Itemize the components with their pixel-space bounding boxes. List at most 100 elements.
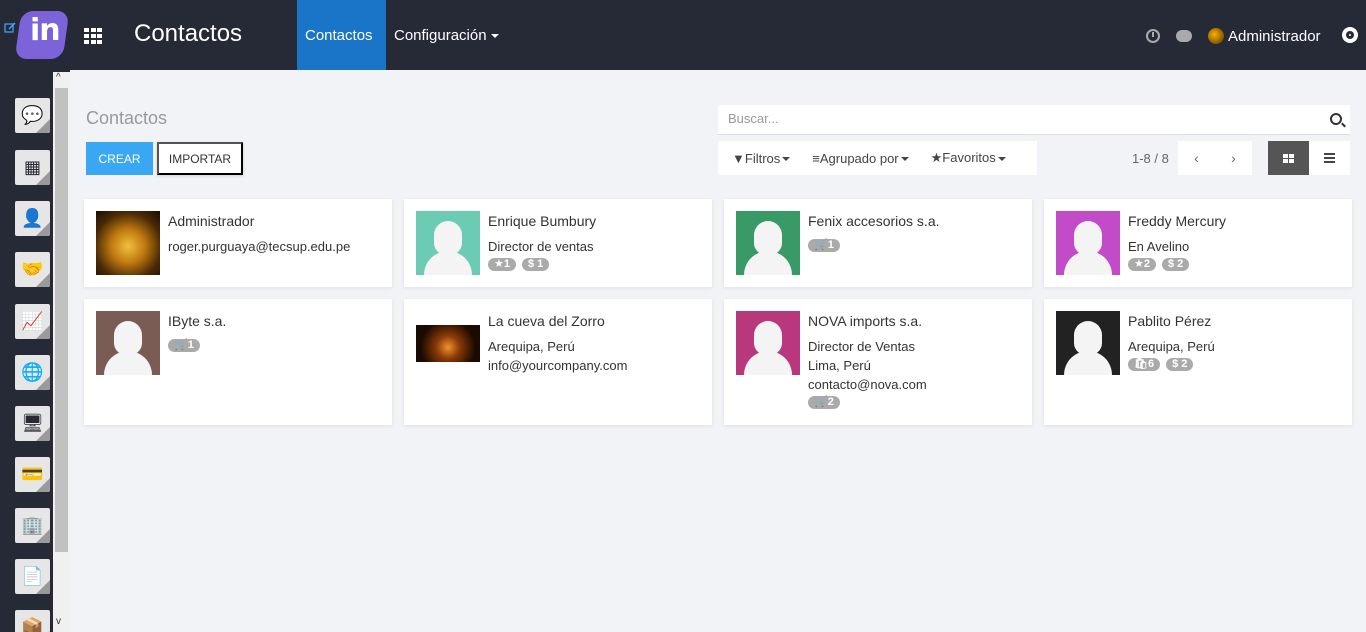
contact-details: Director de Ventas Lima, Perú contacto@nov… bbox=[808, 337, 927, 394]
credit-card-icon-glyph: 💳 bbox=[21, 464, 44, 484]
boxes-icon-glyph: 📦 bbox=[21, 617, 44, 632]
contacts-icon-glyph: 👤 bbox=[21, 208, 44, 228]
nav-contactos-label: Contactos bbox=[305, 27, 373, 44]
contact-card[interactable]: Enrique Bumbury Director de ventas ★1 $ 1 bbox=[404, 199, 712, 287]
gear-icon[interactable] bbox=[1342, 27, 1358, 43]
sidebar-scrollbar-thumb[interactable] bbox=[55, 88, 68, 552]
calendar-icon-glyph: ▦ bbox=[23, 157, 41, 177]
contact-card[interactable]: NOVA imports s.a. Director de Ventas Lima,… bbox=[724, 299, 1032, 425]
document-icon[interactable]: 📄 bbox=[15, 559, 50, 594]
contact-badge: ★2 bbox=[1128, 258, 1156, 271]
contact-detail-line: contacto@nova.com bbox=[808, 377, 927, 392]
app-logo-text: in bbox=[30, 13, 61, 48]
contact-name: Freddy Mercury bbox=[1128, 213, 1227, 229]
contact-detail-line: Arequipa, Perú bbox=[488, 339, 575, 354]
import-button[interactable]: IMPORTAR bbox=[157, 142, 243, 175]
messages-chat-icon[interactable] bbox=[1176, 30, 1192, 42]
contact-name: Administrador bbox=[168, 213, 255, 229]
contact-badge: 🛍6 bbox=[1128, 358, 1161, 371]
contact-badge: $ 1 bbox=[521, 258, 550, 271]
breadcrumb: Contactos bbox=[86, 108, 168, 128]
contact-badges: 🛒1 bbox=[808, 239, 840, 252]
user-menu-name[interactable]: Administrador bbox=[1228, 28, 1321, 45]
pager-previous-icon[interactable]: ‹ bbox=[1178, 141, 1215, 175]
contact-card[interactable]: IByte s.a. 🛒1 bbox=[84, 299, 392, 425]
contact-detail-line: Director de ventas bbox=[488, 239, 594, 254]
contact-name: Enrique Bumbury bbox=[488, 213, 597, 229]
nav-configuracion-label: Configuración bbox=[394, 27, 487, 44]
filters-dropdown[interactable]: ▼Filtros bbox=[732, 150, 791, 166]
filters-label: Filtros bbox=[744, 150, 781, 166]
contact-badges: 🛍6 $ 2 bbox=[1128, 358, 1194, 371]
contact-card[interactable]: Pablito Pérez Arequipa, Perú 🛍6 $ 2 bbox=[1044, 299, 1352, 425]
groupby-dropdown[interactable]: ≡Agrupado por bbox=[812, 150, 909, 166]
activities-clock-icon[interactable] bbox=[1146, 29, 1160, 43]
contact-detail-line: Lima, Perú bbox=[808, 358, 871, 373]
document-icon-glyph: 📄 bbox=[21, 566, 44, 586]
contact-card[interactable]: Fenix accesorios s.a. 🛒1 bbox=[724, 199, 1032, 287]
contact-badge: 🛒1 bbox=[168, 339, 200, 352]
pager-buttons: ‹ › bbox=[1178, 141, 1252, 175]
contact-badge: ★1 bbox=[488, 258, 516, 271]
search-icon[interactable] bbox=[1330, 113, 1342, 125]
list-icon: ≡ bbox=[812, 150, 820, 166]
building-icon[interactable]: 🏢 bbox=[15, 508, 50, 543]
globe-icon[interactable]: 🌐 bbox=[15, 355, 50, 390]
nav-contactos[interactable]: Contactos bbox=[297, 0, 386, 70]
edit-icon[interactable] bbox=[4, 22, 16, 34]
contact-name: NOVA imports s.a. bbox=[808, 313, 923, 329]
handshake-icon-glyph: 🤝 bbox=[21, 259, 44, 279]
contact-details: roger.purguaya@tecsup.edu.pe bbox=[168, 237, 350, 256]
contact-details: Arequipa, Perú bbox=[1128, 337, 1215, 356]
nav-configuracion[interactable]: Configuración bbox=[394, 27, 499, 44]
create-button[interactable]: CREAR bbox=[86, 142, 153, 175]
star-icon: ★ bbox=[930, 150, 943, 165]
search-options: ▼Filtros ≡Agrupado por ★Favoritos bbox=[718, 141, 1037, 175]
contact-name: IByte s.a. bbox=[168, 313, 227, 329]
contact-details: En Avelino bbox=[1128, 237, 1189, 256]
contact-avatar bbox=[736, 311, 800, 375]
contact-detail-line: En Avelino bbox=[1128, 239, 1190, 254]
app-title: Contactos bbox=[134, 20, 243, 47]
contact-avatar bbox=[416, 325, 480, 362]
calendar-icon[interactable]: ▦ bbox=[15, 150, 50, 185]
chevron-down-icon bbox=[997, 156, 1006, 161]
contact-avatar bbox=[416, 211, 480, 275]
favorites-dropdown[interactable]: ★Favoritos bbox=[931, 150, 1006, 166]
globe-icon-glyph: 🌐 bbox=[21, 362, 44, 382]
apps-menu-icon[interactable] bbox=[84, 28, 102, 44]
pager-value[interactable]: 1-8 / 8 bbox=[1132, 151, 1169, 166]
chart-line-icon[interactable]: 📈 bbox=[15, 304, 50, 339]
contact-avatar bbox=[96, 211, 160, 275]
contact-name: Fenix accesorios s.a. bbox=[808, 213, 940, 229]
chevron-down-icon bbox=[490, 34, 499, 39]
contact-card[interactable]: Administrador roger.purguaya@tecsup.edu.p… bbox=[84, 199, 392, 287]
contact-detail-line: info@yourcompany.com bbox=[488, 358, 628, 373]
filter-icon: ▼ bbox=[732, 150, 745, 166]
search-bar[interactable] bbox=[718, 105, 1350, 135]
user-avatar[interactable] bbox=[1208, 28, 1224, 44]
chat-bubbles-icon[interactable]: 💬 bbox=[15, 98, 50, 133]
scroll-down-icon[interactable]: v bbox=[56, 616, 61, 627]
contacts-icon[interactable]: 👤 bbox=[15, 201, 50, 236]
monitor-icon[interactable]: 🖥 bbox=[15, 406, 50, 441]
pager-next-icon[interactable]: › bbox=[1215, 141, 1252, 175]
boxes-icon[interactable]: 📦 bbox=[15, 610, 50, 632]
credit-card-icon[interactable]: 💳 bbox=[15, 457, 50, 492]
list-view-icon bbox=[1324, 153, 1335, 163]
kanban-view-button[interactable] bbox=[1268, 141, 1309, 175]
building-icon-glyph: 🏢 bbox=[21, 515, 44, 535]
groupby-label: Agrupado por bbox=[819, 150, 899, 166]
search-input[interactable] bbox=[728, 111, 1308, 126]
contact-badge: 🛒1 bbox=[808, 239, 840, 252]
chat-bubbles-icon-glyph: 💬 bbox=[21, 105, 44, 125]
contact-badges: 🛒1 bbox=[168, 339, 200, 352]
scroll-up-icon[interactable]: ^ bbox=[56, 72, 61, 83]
contact-avatar bbox=[96, 311, 160, 375]
list-view-button[interactable] bbox=[1309, 141, 1350, 175]
handshake-icon[interactable]: 🤝 bbox=[15, 252, 50, 287]
contact-card[interactable]: Freddy Mercury En Avelino ★2 $ 2 bbox=[1044, 199, 1352, 287]
contact-details: Director de ventas bbox=[488, 237, 594, 256]
contact-card[interactable]: La cueva del Zorro Arequipa, Perú info@you… bbox=[404, 299, 712, 425]
contact-avatar bbox=[736, 211, 800, 275]
